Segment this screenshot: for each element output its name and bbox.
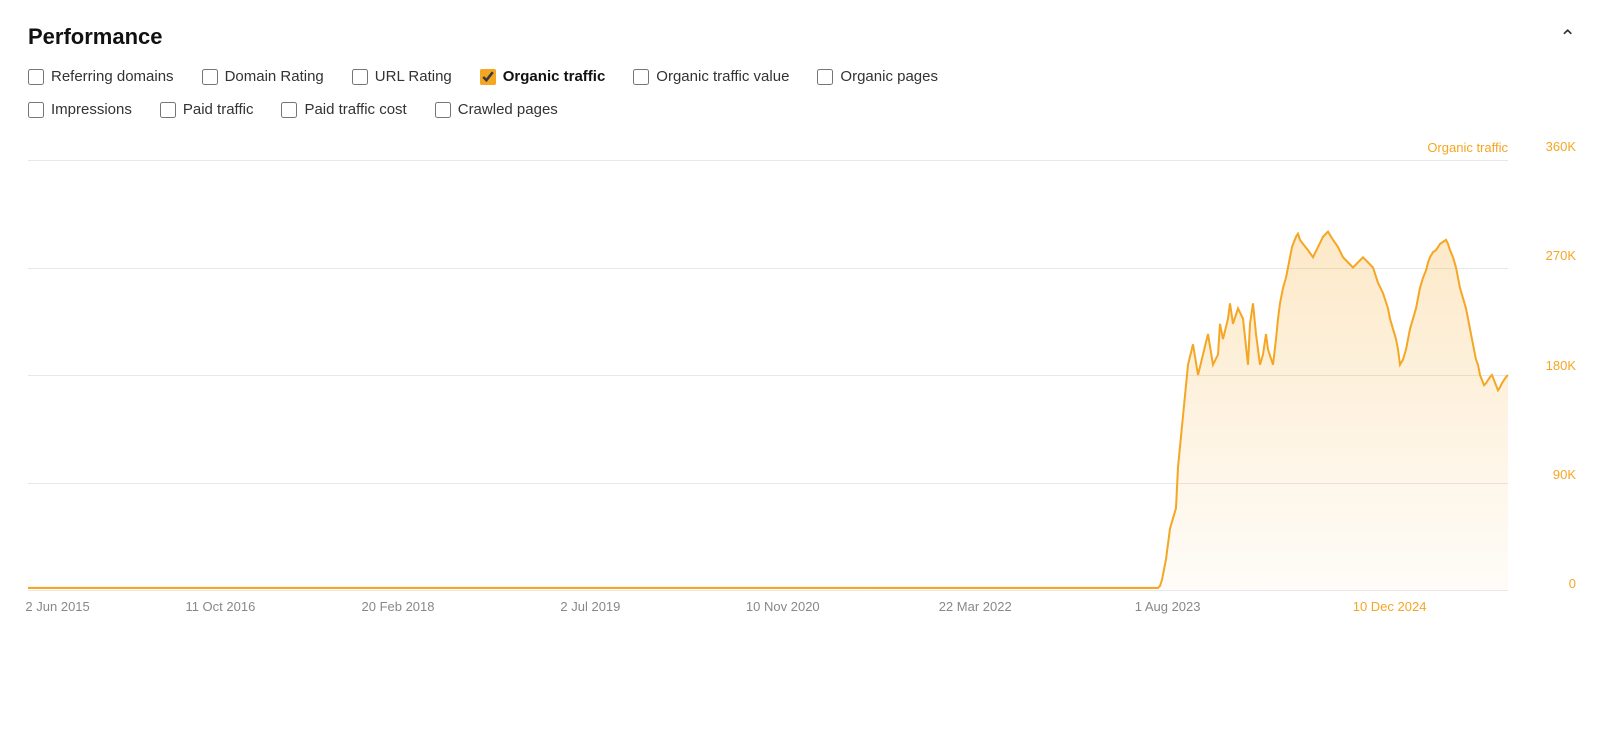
checkbox-organic-traffic[interactable] bbox=[480, 69, 496, 85]
checkbox-item-url-rating[interactable]: URL Rating bbox=[352, 68, 452, 85]
y-label-360k: 360K bbox=[1546, 140, 1576, 153]
y-label-90k: 90K bbox=[1553, 468, 1576, 481]
checkbox-item-domain-rating[interactable]: Domain Rating bbox=[202, 68, 324, 85]
checkbox-label-domain-rating: Domain Rating bbox=[225, 68, 324, 85]
checkbox-item-crawled-pages[interactable]: Crawled pages bbox=[435, 101, 558, 118]
grid-line-bottom bbox=[28, 590, 1508, 591]
checkbox-referring-domains[interactable] bbox=[28, 69, 44, 85]
chart-svg bbox=[28, 160, 1508, 590]
x-label-feb2018: 20 Feb 2018 bbox=[361, 599, 434, 614]
x-label-aug2023: 1 Aug 2023 bbox=[1135, 599, 1201, 614]
checkbox-organic-pages[interactable] bbox=[817, 69, 833, 85]
chart-inner bbox=[28, 160, 1508, 590]
page-title: Performance bbox=[28, 24, 163, 50]
chart-x-axis: 2 Jun 2015 11 Oct 2016 20 Feb 2018 2 Jul… bbox=[28, 592, 1508, 620]
y-label-180k: 180K bbox=[1546, 359, 1576, 372]
checkbox-item-referring-domains[interactable]: Referring domains bbox=[28, 68, 174, 85]
checkbox-row-2: Impressions Paid traffic Paid traffic cost… bbox=[28, 101, 1576, 130]
checkbox-label-url-rating: URL Rating bbox=[375, 68, 452, 85]
chart-area-fill bbox=[28, 232, 1508, 590]
checkbox-paid-traffic[interactable] bbox=[160, 102, 176, 118]
x-label-nov2020: 10 Nov 2020 bbox=[746, 599, 820, 614]
checkbox-impressions[interactable] bbox=[28, 102, 44, 118]
x-label-jun2015: 2 Jun 2015 bbox=[25, 599, 89, 614]
checkbox-organic-traffic-value[interactable] bbox=[633, 69, 649, 85]
checkbox-domain-rating[interactable] bbox=[202, 69, 218, 85]
x-label-dec2024: 10 Dec 2024 bbox=[1353, 599, 1427, 614]
checkbox-row-1: Referring domains Domain Rating URL Rating… bbox=[28, 68, 1576, 97]
checkbox-item-organic-pages[interactable]: Organic pages bbox=[817, 68, 938, 85]
checkbox-item-impressions[interactable]: Impressions bbox=[28, 101, 132, 118]
x-label-jul2019: 2 Jul 2019 bbox=[560, 599, 620, 614]
collapse-icon[interactable]: ⌃ bbox=[1559, 25, 1576, 50]
checkbox-item-paid-traffic-cost[interactable]: Paid traffic cost bbox=[281, 101, 406, 118]
checkbox-url-rating[interactable] bbox=[352, 69, 368, 85]
x-label-oct2016: 11 Oct 2016 bbox=[185, 599, 255, 614]
checkbox-item-organic-traffic-value[interactable]: Organic traffic value bbox=[633, 68, 789, 85]
checkbox-label-referring-domains: Referring domains bbox=[51, 68, 174, 85]
y-label-0: 0 bbox=[1569, 577, 1576, 590]
checkbox-label-organic-traffic: Organic traffic bbox=[503, 68, 606, 85]
checkbox-label-organic-pages: Organic pages bbox=[840, 68, 938, 85]
chart-legend-organic-traffic: Organic traffic bbox=[1427, 140, 1508, 155]
checkbox-label-organic-traffic-value: Organic traffic value bbox=[656, 68, 789, 85]
performance-chart: Organic traffic bbox=[28, 140, 1576, 620]
checkbox-paid-traffic-cost[interactable] bbox=[281, 102, 297, 118]
x-label-mar2022: 22 Mar 2022 bbox=[939, 599, 1012, 614]
checkbox-label-impressions: Impressions bbox=[51, 101, 132, 118]
y-label-270k: 270K bbox=[1546, 249, 1576, 262]
checkbox-item-organic-traffic[interactable]: Organic traffic bbox=[480, 68, 606, 85]
checkbox-crawled-pages[interactable] bbox=[435, 102, 451, 118]
chart-y-axis: 360K 270K 180K 90K 0 bbox=[1516, 140, 1576, 590]
checkbox-label-paid-traffic-cost: Paid traffic cost bbox=[304, 101, 406, 118]
checkbox-label-paid-traffic: Paid traffic bbox=[183, 101, 254, 118]
checkbox-item-paid-traffic[interactable]: Paid traffic bbox=[160, 101, 254, 118]
checkbox-label-crawled-pages: Crawled pages bbox=[458, 101, 558, 118]
